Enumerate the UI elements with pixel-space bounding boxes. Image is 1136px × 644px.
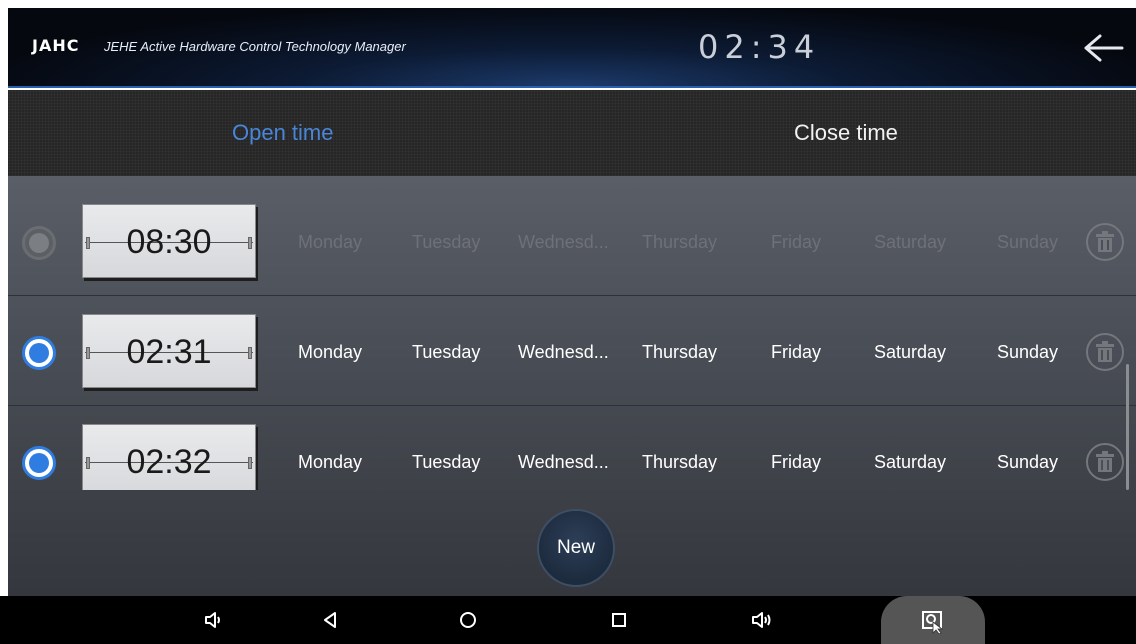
schedule-radio[interactable] xyxy=(22,226,56,260)
schedule-radio[interactable] xyxy=(22,446,56,480)
day-wednesday[interactable]: Wednesd... xyxy=(518,452,609,473)
trash-icon[interactable] xyxy=(1086,223,1124,261)
day-thursday[interactable]: Thursday xyxy=(642,342,717,363)
day-thursday[interactable]: Thursday xyxy=(642,452,717,473)
day-thursday[interactable]: Thursday xyxy=(642,232,717,253)
day-tuesday[interactable]: Tuesday xyxy=(412,452,480,473)
schedule-list: 08:30 Monday Tuesday Wednesd... Thursday… xyxy=(8,176,1136,596)
volume-up-icon[interactable] xyxy=(750,608,774,632)
day-saturday[interactable]: Saturday xyxy=(874,342,946,363)
home-icon[interactable] xyxy=(456,608,480,632)
day-sunday[interactable]: Sunday xyxy=(997,452,1058,473)
time-value: 02:32 xyxy=(126,443,212,481)
time-value: 08:30 xyxy=(126,223,212,261)
day-saturday[interactable]: Saturday xyxy=(874,452,946,473)
day-tuesday[interactable]: Tuesday xyxy=(412,342,480,363)
tab-bar: Open time Close time xyxy=(8,90,1136,176)
schedule-row: 02:32 Monday Tuesday Wednesd... Thursday… xyxy=(8,406,1136,490)
trash-icon[interactable] xyxy=(1086,333,1124,371)
day-saturday[interactable]: Saturday xyxy=(874,232,946,253)
schedule-radio[interactable] xyxy=(22,336,56,370)
day-sunday[interactable]: Sunday xyxy=(997,232,1058,253)
tab-close-time[interactable]: Close time xyxy=(794,120,898,146)
time-picker-button[interactable]: 02:31 xyxy=(82,314,256,388)
back-arrow-icon[interactable] xyxy=(1080,28,1126,68)
day-tuesday[interactable]: Tuesday xyxy=(412,232,480,253)
schedule-row: 08:30 Monday Tuesday Wednesd... Thursday… xyxy=(8,186,1136,296)
day-wednesday[interactable]: Wednesd... xyxy=(518,232,609,253)
time-value: 02:31 xyxy=(126,333,212,371)
day-friday[interactable]: Friday xyxy=(771,232,821,253)
trash-icon[interactable] xyxy=(1086,443,1124,481)
system-nav-bar xyxy=(0,596,1136,644)
app-frame: JAHC JEHE Active Hardware Control Techno… xyxy=(0,0,1136,644)
app-logo: JAHC xyxy=(32,36,80,55)
tab-open-time[interactable]: Open time xyxy=(232,120,334,146)
volume-down-icon[interactable] xyxy=(202,608,226,632)
day-monday[interactable]: Monday xyxy=(298,232,362,253)
day-monday[interactable]: Monday xyxy=(298,452,362,473)
day-monday[interactable]: Monday xyxy=(298,342,362,363)
time-picker-button[interactable]: 02:32 xyxy=(82,424,256,490)
time-picker-button[interactable]: 08:30 xyxy=(82,204,256,278)
new-schedule-button[interactable]: New xyxy=(537,509,615,587)
schedule-row: 02:31 Monday Tuesday Wednesd... Thursday… xyxy=(8,296,1136,406)
back-icon[interactable] xyxy=(318,608,342,632)
day-sunday[interactable]: Sunday xyxy=(997,342,1058,363)
recents-icon[interactable] xyxy=(607,608,631,632)
app-title: JEHE Active Hardware Control Technology … xyxy=(104,39,406,54)
header-bar: JAHC JEHE Active Hardware Control Techno… xyxy=(8,8,1136,88)
clock-display: 02:34 xyxy=(698,28,821,66)
day-wednesday[interactable]: Wednesd... xyxy=(518,342,609,363)
day-friday[interactable]: Friday xyxy=(771,452,821,473)
scrollbar[interactable] xyxy=(1126,364,1129,490)
screenshot-icon[interactable] xyxy=(920,608,944,635)
day-friday[interactable]: Friday xyxy=(771,342,821,363)
